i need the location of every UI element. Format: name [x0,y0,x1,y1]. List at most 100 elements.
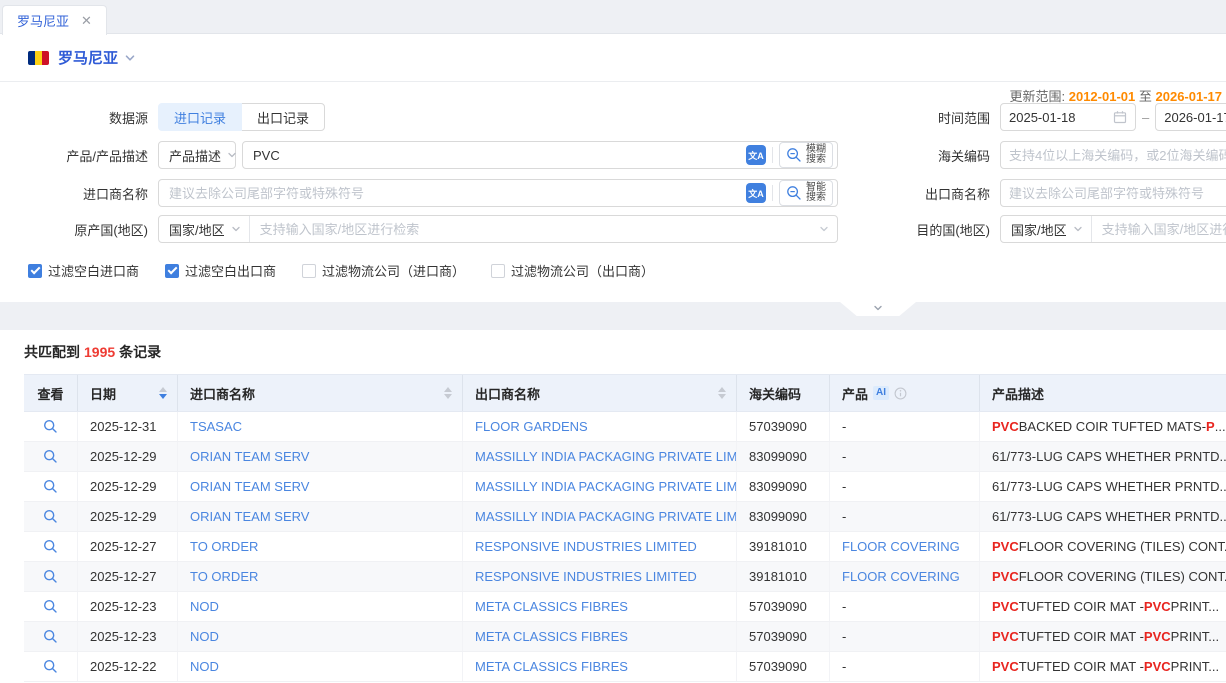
cell-view[interactable] [24,562,78,591]
importer-input[interactable]: 文A 智能搜索 [158,179,838,207]
view-magnifier-icon [43,629,58,644]
origin-country-input[interactable]: 国家/地区 [158,215,838,243]
cell-view[interactable] [24,502,78,531]
column-header-exporter[interactable]: 出口商名称 [463,375,737,411]
column-header-importer[interactable]: 进口商名称 [178,375,463,411]
cell-view[interactable] [24,592,78,621]
tab-bar: 罗马尼亚 ✕ [0,0,1226,34]
checkbox-icon [28,264,42,278]
column-header-view: 查看 [24,375,78,411]
date-start-input[interactable] [1000,103,1136,131]
cell-hs-code: 57039090 [737,622,830,651]
cell-product-desc: PVC TUFTED COIR MAT - PVC PRINT... [980,592,1226,621]
cell-date: 2025-12-27 [78,562,178,591]
exporter-link[interactable]: MASSILLY INDIA PACKAGING PRIVATE LIMI... [475,449,737,464]
importer-link[interactable]: TO ORDER [190,539,258,554]
view-magnifier-icon [43,479,58,494]
product-search-input[interactable]: 文A 模糊搜索 [242,141,838,169]
importer-link[interactable]: TO ORDER [190,569,258,584]
cell-exporter: MASSILLY INDIA PACKAGING PRIVATE LIMI... [463,502,737,531]
smart-search-button[interactable]: 智能搜索 [779,180,833,206]
exporter-link[interactable]: META CLASSICS FIBRES [475,599,628,614]
exporter-input[interactable] [1000,179,1226,207]
product-link[interactable]: FLOOR COVERING [842,539,960,554]
cell-date: 2025-12-31 [78,412,178,441]
cell-product: - [830,622,980,651]
cell-date: 2025-12-23 [78,592,178,621]
export-records-button[interactable]: 出口记录 [241,103,325,131]
filter-checkbox-2[interactable]: 过滤物流公司（进口商） [302,261,465,280]
tab-romania[interactable]: 罗马尼亚 ✕ [2,5,107,35]
collapse-filters-button[interactable] [840,302,916,316]
importer-link[interactable]: NOD [190,599,219,614]
cell-exporter: META CLASSICS FIBRES [463,592,737,621]
sort-icon[interactable] [444,387,452,399]
exporter-link[interactable]: META CLASSICS FIBRES [475,659,628,674]
cell-view[interactable] [24,442,78,471]
cell-product: FLOOR COVERING [830,532,980,561]
column-header-date[interactable]: 日期 [78,375,178,411]
sort-icon[interactable] [159,387,167,399]
product-empty: - [842,659,846,674]
filter-checkbox-3[interactable]: 过滤物流公司（出口商） [491,261,654,280]
cell-view[interactable] [24,412,78,441]
product-field-type-select[interactable]: 产品描述 [158,141,236,169]
importer-link[interactable]: NOD [190,629,219,644]
country-type-select[interactable]: 国家/地区 [159,216,250,242]
cell-view[interactable] [24,472,78,501]
translate-icon[interactable]: 文A [746,145,766,165]
divider [772,185,773,201]
cell-product: - [830,412,980,441]
date-end-input[interactable] [1155,103,1226,131]
exporter-label: 出口商名称 [914,184,990,203]
exporter-link[interactable]: MASSILLY INDIA PACKAGING PRIVATE LIMI... [475,509,737,524]
cell-date: 2025-12-29 [78,472,178,501]
exporter-link[interactable]: META CLASSICS FIBRES [475,629,628,644]
product-empty: - [842,479,846,494]
origin-country-row: 原产国(地区) 国家/地区 [18,215,838,243]
column-header-product: 产品AI [830,375,980,411]
table-header: 查看日期进口商名称出口商名称海关编码产品AI产品描述 [24,374,1226,412]
cell-view[interactable] [24,622,78,651]
close-icon[interactable]: ✕ [81,14,92,27]
product-link[interactable]: FLOOR COVERING [842,569,960,584]
cell-hs-code: 39181010 [737,562,830,591]
ai-badge: AI [873,386,889,400]
cell-exporter: FLOOR GARDENS [463,412,737,441]
filter-checkbox-1[interactable]: 过滤空白出口商 [165,261,276,280]
cell-view[interactable] [24,532,78,561]
country-selector[interactable]: 罗马尼亚 [58,47,136,68]
importer-link[interactable]: ORIAN TEAM SERV [190,509,309,524]
exporter-link[interactable]: RESPONSIVE INDUSTRIES LIMITED [475,569,697,584]
country-type-select[interactable]: 国家/地区 [1001,216,1092,242]
product-empty: - [842,449,846,464]
cell-view[interactable] [24,652,78,681]
cell-importer: NOD [178,622,463,651]
exporter-row: 出口商名称 [914,179,1226,207]
results-count: 1995 [84,344,115,360]
translate-icon[interactable]: 文A [746,183,766,203]
info-icon[interactable] [894,387,907,400]
product-empty: - [842,599,846,614]
dest-country-input[interactable]: 国家/地区 [1000,215,1226,243]
cell-product-desc: PVC FLOOR COVERING (TILES) CONT... [980,562,1226,591]
importer-link[interactable]: NOD [190,659,219,674]
sort-icon[interactable] [718,387,726,399]
hs-code-input[interactable] [1000,141,1226,169]
exporter-link[interactable]: RESPONSIVE INDUSTRIES LIMITED [475,539,697,554]
column-label: 出口商名称 [475,384,540,403]
fuzzy-search-button[interactable]: 模糊搜索 [779,142,833,168]
trade-data-app: { "icons": {"tab_close": "✕", "translate… [0,0,1226,683]
import-records-button[interactable]: 进口记录 [158,103,242,131]
filter-checkbox-0[interactable]: 过滤空白进口商 [28,261,139,280]
dest-country-label: 目的国(地区) [914,220,990,239]
importer-link[interactable]: TSASAC [190,419,242,434]
importer-link[interactable]: ORIAN TEAM SERV [190,479,309,494]
zoom-out-magnifier-icon [786,147,802,163]
checkbox-icon [491,264,505,278]
exporter-link[interactable]: MASSILLY INDIA PACKAGING PRIVATE LIMI... [475,479,737,494]
time-range-label: 时间范围 [914,108,990,127]
importer-link[interactable]: ORIAN TEAM SERV [190,449,309,464]
product-filter-label: 产品/产品描述 [18,146,148,165]
exporter-link[interactable]: FLOOR GARDENS [475,419,588,434]
